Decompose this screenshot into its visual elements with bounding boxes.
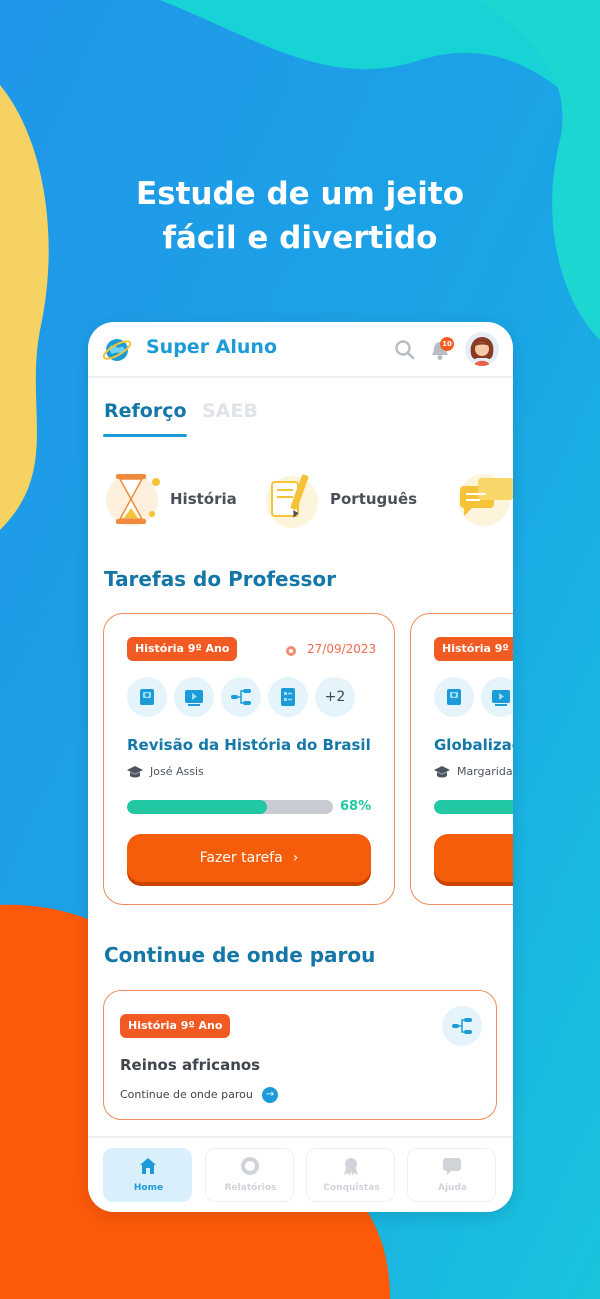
nav-label-ajuda: Ajuda [438,1183,467,1193]
avatar[interactable] [465,332,499,366]
video-icon [174,677,214,717]
nav-item-home[interactable]: Home [103,1148,192,1202]
class-badge: História 9º Ano [120,1014,231,1038]
progress-bar [127,800,333,814]
video-icon [481,677,513,717]
home-icon [140,1158,156,1174]
nav-label-home: Home [133,1183,164,1193]
headline: Estude de um jeito fácil e divertido [0,172,600,260]
graduation-cap-icon [434,766,450,778]
fazer-tarefa-button[interactable]: Fa [434,834,513,882]
progress-fill [127,800,267,814]
task-title: Revisão da História do Brasil [127,736,371,754]
arrow-right-icon[interactable]: → [262,1087,278,1103]
chevron-right-icon: › [292,850,299,866]
lesson-title: Reinos africanos [120,1056,261,1074]
nav-item-conquistas[interactable]: Conquistas [306,1148,395,1202]
continue-link[interactable]: Continue de onde parou [120,1088,253,1101]
globe-logo-icon [102,339,132,361]
task-card[interactable]: História 9º Ano 27/09/2023 +2 Revisão da… [103,613,395,905]
nav-item-ajuda[interactable]: Ajuda [407,1148,496,1202]
donut-chart-icon [241,1157,259,1175]
fazer-tarefa-label: Fazer tarefa [199,850,283,866]
headline-line-1: Estude de um jeito [135,176,465,212]
medal-icon [344,1158,358,1176]
progress-bar [434,800,513,814]
nav-item-relatorios[interactable]: Relatórios [205,1148,294,1202]
chat-bubbles-icon [458,474,513,526]
subject-label-historia: História [170,490,237,508]
mindmap-icon [442,1006,482,1046]
notebook-icon [434,677,474,717]
checklist-icon [268,677,308,717]
notification-badge: 10 [440,337,454,351]
tab-reforco[interactable]: Reforço [104,400,187,422]
app-bar: Super Aluno 10 [88,322,513,378]
progress-percent: 68% [340,799,372,814]
progress-fill [434,800,513,814]
phone-screen: Super Aluno 10 Reforço SAEB História Por… [88,322,513,1212]
tab-saeb[interactable]: SAEB [202,400,258,422]
calendar-dot-icon [286,646,296,656]
class-badge: História 9º A [434,637,513,661]
fazer-tarefa-button[interactable]: Fazer tarefa › [127,834,371,882]
active-tab-indicator [103,434,187,437]
due-date: 27/09/2023 [307,642,377,656]
subject-chat[interactable] [452,466,513,530]
chat-icon [443,1158,461,1175]
task-card[interactable]: História 9º A Globalizaç Margarida Fa [410,613,513,905]
notebook-icon [127,677,167,717]
pencil-notebook-icon [266,474,318,528]
headline-line-2: fácil e divertido [162,220,438,256]
search-icon[interactable] [394,339,416,361]
continue-card[interactable]: História 9º Ano Reinos africanos Continu… [103,990,497,1120]
subject-historia[interactable]: História [104,466,237,530]
teacher-name: José Assis [150,765,204,778]
teacher-name: Margarida [457,765,513,778]
more-activities-count: +2 [315,677,355,717]
subject-label-portugues: Português [330,490,418,508]
nav-label-conquistas: Conquistas [323,1183,380,1193]
subject-portugues[interactable]: Português [262,466,417,530]
hourglass-icon [106,474,160,526]
task-title: Globalizaç [434,736,513,754]
class-badge: História 9º Ano [127,637,238,661]
nav-label-relatorios: Relatórios [224,1183,277,1193]
section-title-tarefas: Tarefas do Professor [104,567,337,591]
graduation-cap-icon [127,766,143,778]
app-title: Super Aluno [146,336,278,358]
mindmap-icon [221,677,261,717]
section-title-continue: Continue de onde parou [104,943,376,967]
bottom-nav: Home Relatórios Conquistas Ajuda [88,1136,513,1212]
